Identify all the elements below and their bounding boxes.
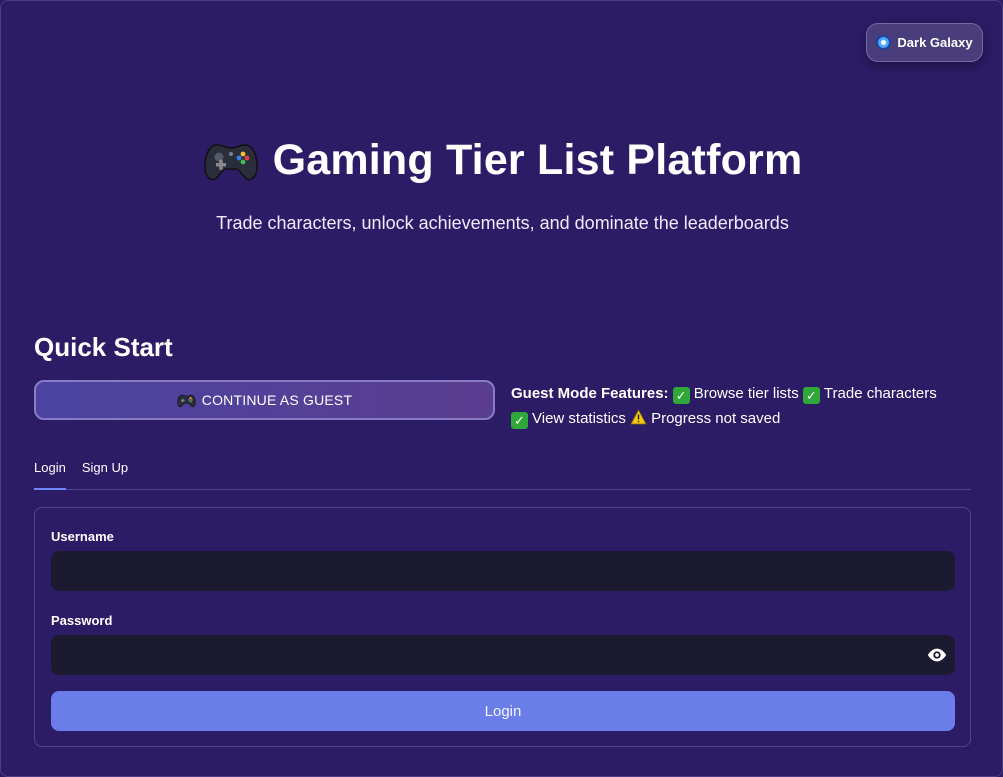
username-label: Username xyxy=(51,529,114,544)
check-icon: ✓ xyxy=(672,387,690,404)
check-icon: ✓ xyxy=(802,387,820,404)
guest-button-label: CONTINUE AS GUEST xyxy=(201,392,353,408)
galaxy-icon xyxy=(876,35,892,50)
theme-label: Dark Galaxy xyxy=(897,35,973,50)
username-input[interactable] xyxy=(51,551,955,591)
tab-sign-up[interactable]: Sign Up xyxy=(82,457,128,490)
gamepad-icon xyxy=(177,394,196,407)
app-window: Dark Galaxy Gaming Tier List Platform Tr… xyxy=(0,0,1003,777)
eye-icon[interactable] xyxy=(926,644,948,666)
guest-mode-features: Guest Mode Features: ✓ Browse tier lists … xyxy=(511,381,971,431)
warning-icon xyxy=(630,409,647,425)
quick-start-heading: Quick Start xyxy=(34,332,173,362)
theme-toggle-button[interactable]: Dark Galaxy xyxy=(866,23,983,62)
password-input[interactable] xyxy=(51,635,955,675)
feature-item: Trade characters xyxy=(823,385,937,402)
login-submit-button[interactable]: Login xyxy=(51,691,955,731)
check-icon: ✓ xyxy=(511,412,528,429)
feature-item: Progress not saved xyxy=(651,410,781,427)
tab-login[interactable]: Login xyxy=(34,457,66,490)
feature-item: View statistics xyxy=(532,410,626,427)
page-subtitle: Trade characters, unlock achievements, a… xyxy=(216,213,789,233)
features-heading: Guest Mode Features: xyxy=(511,385,669,402)
login-form: Username Password Login xyxy=(34,507,971,747)
auth-tabs: Login Sign Up xyxy=(34,457,971,490)
password-label: Password xyxy=(51,613,113,628)
continue-as-guest-button[interactable]: CONTINUE AS GUEST xyxy=(34,380,495,420)
gamepad-icon xyxy=(203,143,258,180)
feature-item: Browse tier lists xyxy=(693,385,799,402)
page-title: Gaming Tier List Platform xyxy=(1,136,1003,185)
page-title-text: Gaming Tier List Platform xyxy=(272,136,803,184)
